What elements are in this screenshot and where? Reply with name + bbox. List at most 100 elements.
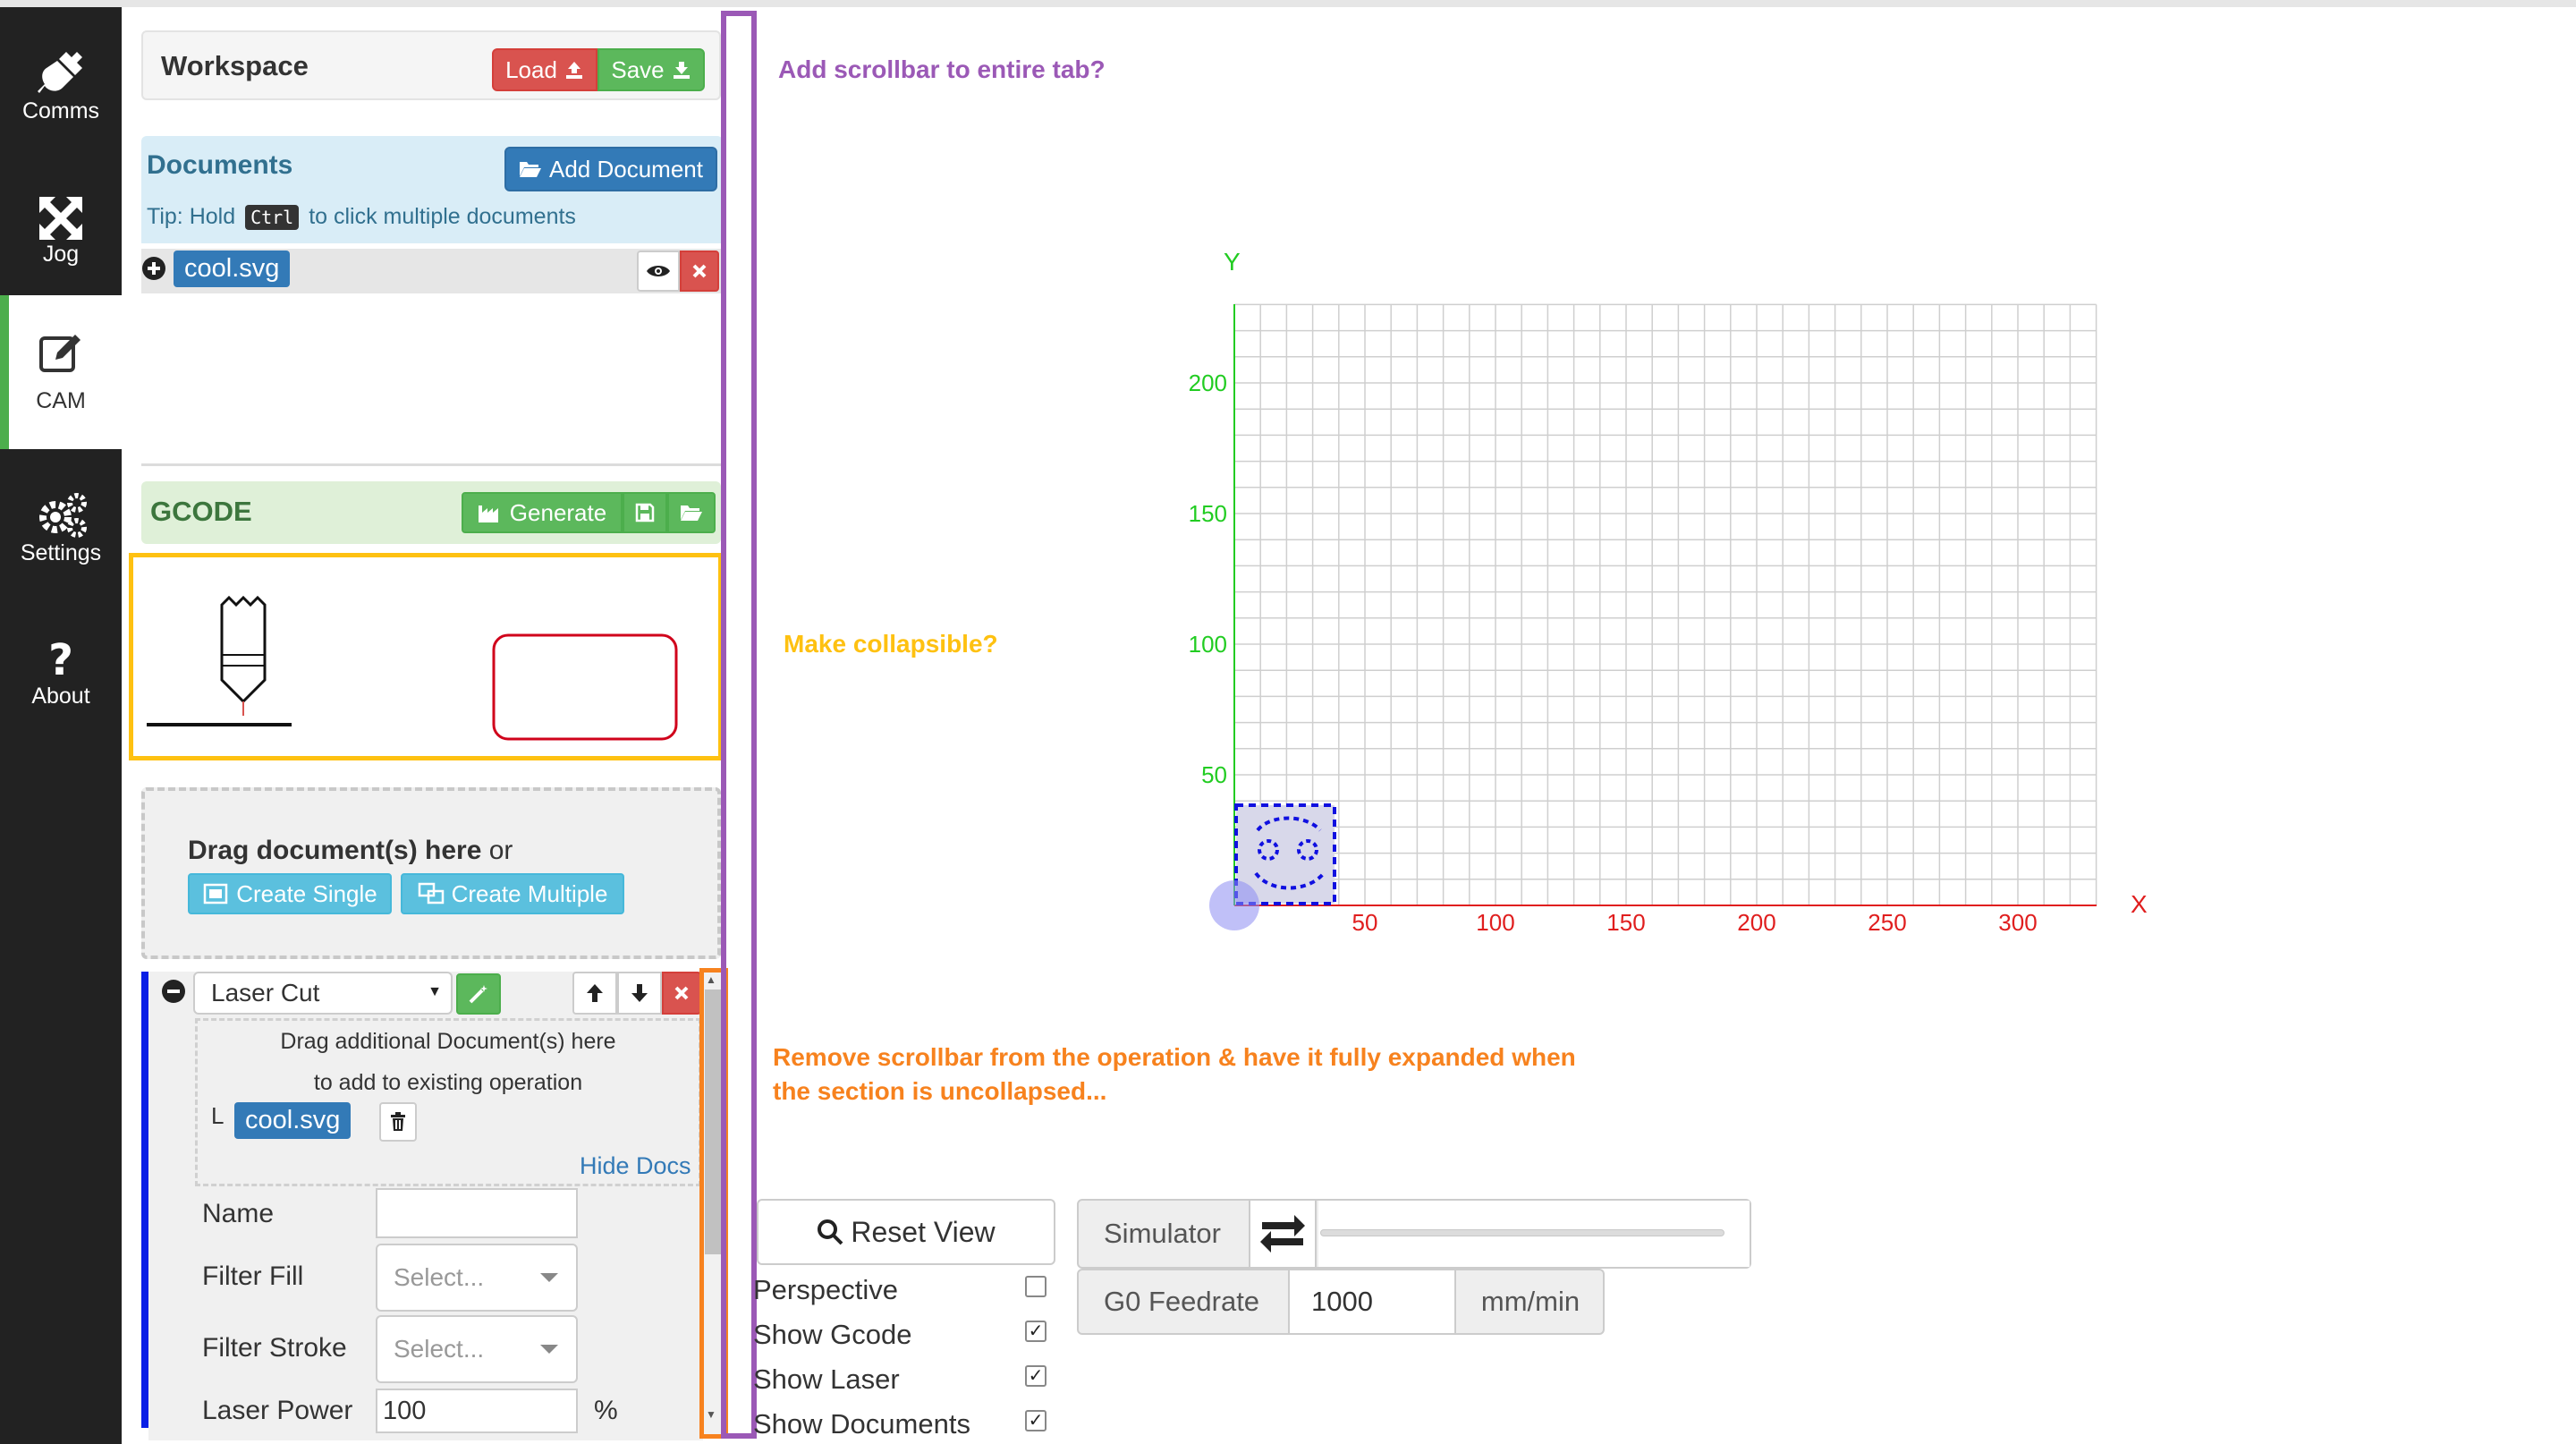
arrow-down-icon: [631, 984, 648, 1002]
create-single-button[interactable]: Create Single: [188, 873, 392, 914]
create-single-label: Create Single: [236, 879, 377, 907]
x-tick-label: 100: [1476, 909, 1514, 936]
filter-stroke-placeholder: Select...: [394, 1335, 485, 1363]
svg-text:?: ?: [48, 635, 73, 684]
save-label: Save: [611, 55, 665, 83]
operation-color-bar: [141, 972, 148, 1428]
collapse-minus-icon[interactable]: [161, 979, 186, 1004]
toggle-visibility-button[interactable]: [637, 251, 680, 292]
move-arrows-icon: [39, 197, 82, 240]
nav-item-cam[interactable]: CAM: [0, 295, 122, 449]
remove-operation-button[interactable]: [662, 972, 701, 1015]
filter-fill-select[interactable]: Select...: [376, 1244, 578, 1312]
x-tick-label: 50: [1352, 909, 1378, 936]
plug-icon: [38, 52, 82, 93]
drop-zone-or: or: [488, 836, 513, 865]
g0-feedrate-input[interactable]: 1000: [1288, 1269, 1456, 1335]
object-ungroup-icon: [418, 882, 444, 905]
workspace-canvas[interactable]: 50 100 150 200 250 300 50 100 150 200 X Y: [1109, 233, 2182, 948]
nav-label: CAM: [36, 388, 86, 413]
simulator-label: Simulator: [1104, 1218, 1221, 1249]
nav-item-jog[interactable]: Jog: [0, 166, 122, 310]
drop-zone-text: Drag document(s) here or: [188, 836, 513, 866]
gcode-title: GCODE: [150, 496, 252, 527]
magic-wand-icon: [469, 985, 487, 1004]
laser-head-illustration: [147, 595, 678, 741]
y-tick-label: 150: [1189, 500, 1227, 527]
remove-op-doc-button[interactable]: [379, 1102, 417, 1142]
y-tick-label: 200: [1189, 369, 1227, 396]
orange-annotation-note-1: Remove scrollbar from the operation & ha…: [773, 1043, 1576, 1071]
doc-tree-prefix: L: [211, 1102, 225, 1129]
simulator-slider[interactable]: [1320, 1229, 1724, 1236]
filter-fill-placeholder: Select...: [394, 1263, 485, 1291]
expand-plus-icon[interactable]: [141, 256, 166, 281]
move-down-button[interactable]: [617, 972, 662, 1015]
chevron-down-icon: [540, 1273, 558, 1282]
upload-icon: [565, 62, 582, 79]
nav-label: Jog: [42, 242, 80, 267]
g0-feedrate-label: G0 Feedrate: [1104, 1286, 1260, 1317]
y-axis-label: Y: [1224, 248, 1241, 276]
document-tag[interactable]: cool.svg: [174, 251, 291, 287]
create-multiple-button[interactable]: Create Multiple: [401, 873, 624, 914]
simulator-toggle-button[interactable]: [1249, 1199, 1317, 1269]
perspective-label: Perspective: [753, 1274, 898, 1305]
show-laser-checkbox[interactable]: ✓: [1025, 1365, 1046, 1387]
laser-power-unit: %: [594, 1396, 618, 1425]
move-up-button[interactable]: [572, 972, 617, 1015]
side-nav: Comms Jog CAM Settings ? About: [0, 7, 122, 1444]
add-document-button[interactable]: Add Document: [504, 147, 717, 191]
operation-type-value: Laser Cut: [211, 979, 320, 1007]
purple-annotation-note: Add scrollbar to entire tab?: [778, 55, 1106, 83]
close-icon: [674, 986, 689, 1000]
nav-item-settings[interactable]: Settings: [0, 463, 122, 607]
drop-zone-bold: Drag document(s) here: [188, 836, 482, 865]
question-icon: ?: [48, 635, 73, 684]
nav-label: Settings: [20, 540, 102, 565]
x-axis-label: X: [2131, 890, 2148, 918]
generate-button[interactable]: Generate: [462, 492, 623, 533]
show-gcode-checkbox[interactable]: ✓: [1025, 1321, 1046, 1342]
chevron-down-icon: ▼: [428, 984, 442, 999]
nav-label: About: [31, 684, 90, 709]
x-tick-label: 300: [1998, 909, 2037, 936]
laser-power-label: Laser Power: [202, 1396, 353, 1425]
show-gcode-label: Show Gcode: [753, 1319, 912, 1350]
remove-document-button[interactable]: [680, 251, 719, 292]
section-divider: [141, 463, 721, 466]
generate-label: Generate: [509, 498, 607, 526]
close-icon: [692, 264, 707, 278]
x-tick-label: 150: [1606, 909, 1645, 936]
floppy-icon: [635, 503, 655, 522]
nav-item-about[interactable]: ? About: [0, 607, 122, 750]
factory-icon: [478, 505, 498, 522]
documents-tip: Tip: Hold Ctrl to click multiple documen…: [147, 204, 576, 230]
purple-annotation-box: [721, 11, 757, 1439]
chevron-down-icon: [540, 1345, 558, 1354]
exchange-arrows-icon: [1260, 1215, 1305, 1253]
nav-label: Comms: [21, 98, 100, 123]
filter-fill-label: Filter Fill: [202, 1261, 304, 1291]
laser-power-input[interactable]: 100: [376, 1389, 578, 1433]
load-button[interactable]: Load: [492, 48, 597, 91]
folder-open-icon: [681, 505, 702, 521]
name-label: Name: [202, 1199, 275, 1228]
save-button[interactable]: Save: [597, 48, 705, 91]
show-documents-checkbox[interactable]: ✓: [1025, 1410, 1046, 1431]
hide-docs-link[interactable]: Hide Docs: [580, 1152, 691, 1180]
nav-item-comms[interactable]: Comms: [0, 21, 122, 165]
create-multiple-label: Create Multiple: [451, 879, 608, 907]
trash-icon: [391, 1112, 405, 1131]
name-input[interactable]: [376, 1188, 578, 1238]
folder-open-icon: [520, 162, 541, 177]
filter-stroke-select[interactable]: Select...: [376, 1315, 578, 1383]
perspective-checkbox[interactable]: [1025, 1276, 1046, 1297]
download-icon: [673, 62, 690, 79]
open-gcode-button[interactable]: [667, 492, 716, 533]
wizard-button[interactable]: [456, 973, 501, 1015]
reset-view-button[interactable]: Reset View: [757, 1199, 1055, 1265]
save-gcode-button[interactable]: [623, 492, 667, 533]
operation-document-tag[interactable]: cool.svg: [234, 1102, 352, 1139]
operation-type-select[interactable]: Laser Cut ▼: [193, 972, 453, 1015]
